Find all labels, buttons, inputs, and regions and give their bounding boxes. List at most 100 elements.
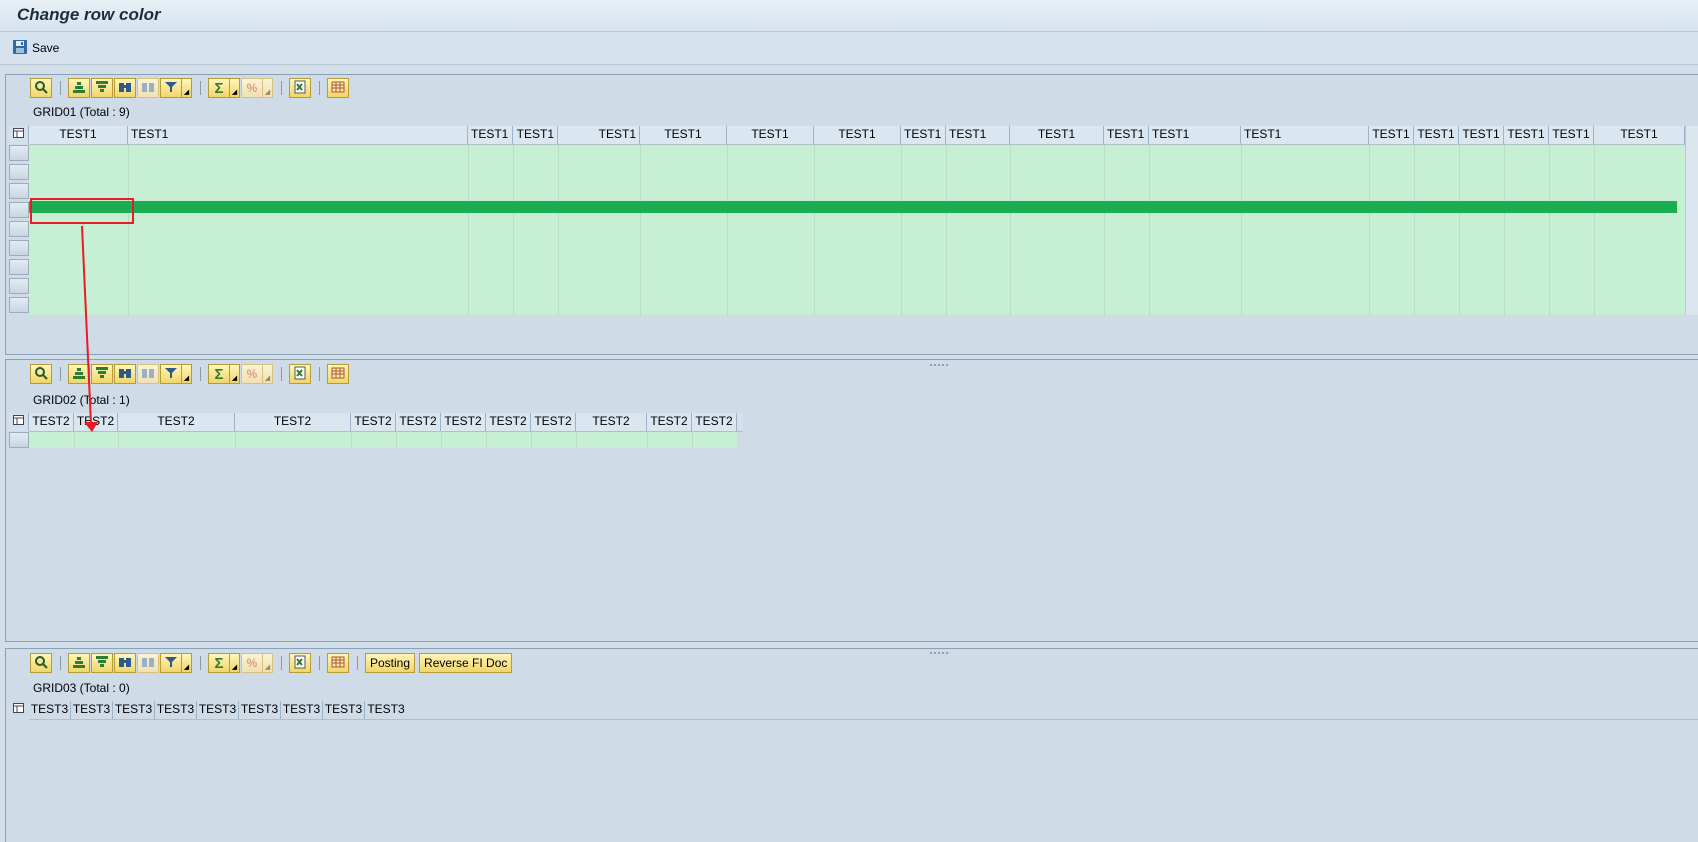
- grid03-col-header[interactable]: TEST3: [239, 701, 281, 719]
- total-button[interactable]: Σ: [208, 653, 230, 673]
- layout-button[interactable]: [327, 78, 349, 98]
- grid03-col-header[interactable]: TEST3: [71, 701, 113, 719]
- grid01-scrollbar[interactable]: [1685, 126, 1698, 315]
- find-button[interactable]: [114, 78, 136, 98]
- row-selector[interactable]: [9, 240, 29, 256]
- grid01-col-header[interactable]: TEST1: [1369, 126, 1414, 144]
- grid01-col-header[interactable]: TEST1: [1594, 126, 1685, 144]
- posting-button[interactable]: Posting: [365, 653, 416, 673]
- grid02-select-all[interactable]: [9, 413, 29, 431]
- details-button[interactable]: [30, 653, 52, 673]
- filter-dropdown-button[interactable]: ◢: [182, 364, 192, 384]
- grid03-col-header[interactable]: TEST3: [365, 701, 407, 719]
- find-next-button[interactable]: [137, 653, 159, 673]
- sort-ascending-button[interactable]: [68, 364, 90, 384]
- row-selector[interactable]: [9, 202, 29, 218]
- grid02-col-header[interactable]: TEST2: [351, 413, 396, 431]
- grid03-col-header[interactable]: TEST3: [281, 701, 323, 719]
- grid01-col-header[interactable]: TEST1: [1149, 126, 1241, 144]
- grid01-col-header[interactable]: TEST1: [513, 126, 558, 144]
- grid02-col-header[interactable]: TEST2: [118, 413, 235, 431]
- grid01-col-header[interactable]: TEST1: [727, 126, 814, 144]
- export-button[interactable]: [289, 364, 311, 384]
- row-selector[interactable]: [9, 432, 29, 448]
- grid03-col-header[interactable]: TEST3: [29, 701, 71, 719]
- grid01-col-header[interactable]: TEST1: [946, 126, 1010, 144]
- reverse-fi-doc-button[interactable]: Reverse FI Doc: [419, 653, 513, 673]
- filter-button[interactable]: [160, 653, 182, 673]
- layout-button[interactable]: [327, 653, 349, 673]
- find-button[interactable]: [114, 364, 136, 384]
- grid01-col-header[interactable]: TEST1: [29, 126, 128, 144]
- row-selector[interactable]: [9, 259, 29, 275]
- grid03-col-header[interactable]: TEST3: [113, 701, 155, 719]
- total-button[interactable]: Σ: [208, 78, 230, 98]
- grid02-col-header[interactable]: TEST2: [692, 413, 737, 431]
- grid01-col-header[interactable]: TEST1: [901, 126, 946, 144]
- filter-button[interactable]: [160, 78, 182, 98]
- row-selector[interactable]: [9, 183, 29, 199]
- grid01-col-header[interactable]: TEST1: [1104, 126, 1149, 144]
- grid02-col-header[interactable]: TEST2: [74, 413, 118, 431]
- grid01-col-header[interactable]: TEST1: [558, 126, 640, 144]
- grid02-col-header[interactable]: TEST2: [647, 413, 692, 431]
- grid03-col-header[interactable]: TEST3: [323, 701, 365, 719]
- splitter-handle[interactable]: [930, 644, 950, 654]
- grid01-col-header[interactable]: TEST1: [1459, 126, 1504, 144]
- grid02-col-header[interactable]: TEST2: [441, 413, 486, 431]
- sort-ascending-button[interactable]: [68, 78, 90, 98]
- grid02-col-header[interactable]: TEST2: [396, 413, 441, 431]
- grid01-col-header[interactable]: TEST1: [1241, 126, 1369, 144]
- subtotal-button[interactable]: %: [241, 653, 263, 673]
- grid02-col-header[interactable]: TEST2: [29, 413, 74, 431]
- layout-button[interactable]: [327, 364, 349, 384]
- grid01-col-header[interactable]: TEST1: [1010, 126, 1104, 144]
- subtotal-button[interactable]: %: [241, 78, 263, 98]
- subtotal-button[interactable]: %: [241, 364, 263, 384]
- grid03-select-all[interactable]: [9, 701, 29, 719]
- row-selector[interactable]: [9, 164, 29, 180]
- find-button[interactable]: [114, 653, 136, 673]
- sort-descending-button[interactable]: [91, 653, 113, 673]
- grid01-col-header[interactable]: TEST1: [468, 126, 513, 144]
- details-button[interactable]: [30, 364, 52, 384]
- total-dropdown-button[interactable]: ◢: [230, 364, 240, 384]
- grid01-col-header[interactable]: TEST1: [128, 126, 468, 144]
- filter-dropdown-button[interactable]: ◢: [182, 653, 192, 673]
- save-button[interactable]: Save: [12, 39, 59, 57]
- grid01-col-header[interactable]: TEST1: [1414, 126, 1459, 144]
- sort-ascending-button[interactable]: [68, 653, 90, 673]
- total-dropdown-button[interactable]: ◢: [230, 653, 240, 673]
- splitter-handle[interactable]: [930, 356, 950, 366]
- filter-dropdown-button[interactable]: ◢: [182, 78, 192, 98]
- find-next-button[interactable]: [137, 78, 159, 98]
- row-selector[interactable]: [9, 278, 29, 294]
- row-selector[interactable]: [9, 297, 29, 313]
- grid02-col-header[interactable]: TEST2: [576, 413, 647, 431]
- sort-descending-button[interactable]: [91, 364, 113, 384]
- filter-button[interactable]: [160, 364, 182, 384]
- grid02-row[interactable]: [29, 432, 737, 448]
- export-button[interactable]: [289, 653, 311, 673]
- grid01-select-all[interactable]: [9, 126, 29, 144]
- details-button[interactable]: [30, 78, 52, 98]
- highlighted-row[interactable]: [29, 201, 1677, 213]
- sort-descending-button[interactable]: [91, 78, 113, 98]
- total-dropdown-button[interactable]: ◢: [230, 78, 240, 98]
- export-button[interactable]: [289, 78, 311, 98]
- grid01-col-header[interactable]: TEST1: [1504, 126, 1549, 144]
- row-selector[interactable]: [9, 145, 29, 161]
- subtotal-dropdown-button[interactable]: ◢: [263, 78, 273, 98]
- find-next-button[interactable]: [137, 364, 159, 384]
- grid03-col-header[interactable]: TEST3: [155, 701, 197, 719]
- subtotal-dropdown-button[interactable]: ◢: [263, 364, 273, 384]
- grid01-col-header[interactable]: TEST1: [1549, 126, 1594, 144]
- grid02-col-header[interactable]: TEST2: [235, 413, 351, 431]
- grid02-col-header[interactable]: TEST2: [486, 413, 531, 431]
- grid01-col-header[interactable]: TEST1: [814, 126, 901, 144]
- grid01-col-header[interactable]: TEST1: [640, 126, 727, 144]
- subtotal-dropdown-button[interactable]: ◢: [263, 653, 273, 673]
- grid03-col-header[interactable]: TEST3: [197, 701, 239, 719]
- row-selector[interactable]: [9, 221, 29, 237]
- total-button[interactable]: Σ: [208, 364, 230, 384]
